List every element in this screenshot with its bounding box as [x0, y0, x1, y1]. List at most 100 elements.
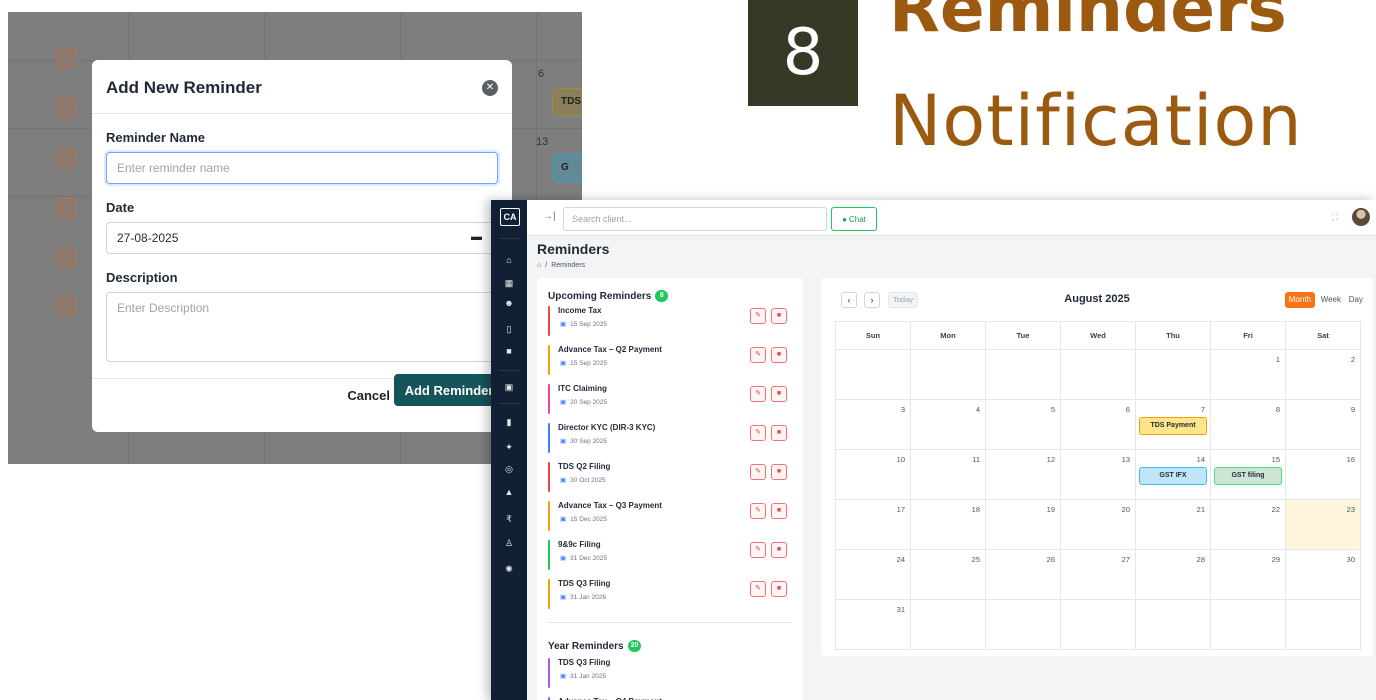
reminder-date: ▣ 15 Sep 2025: [560, 359, 607, 367]
delete-icon[interactable]: ■: [771, 542, 787, 558]
reminder-name: Advance Tax – Q2 Payment: [558, 345, 662, 354]
calendar-day-cell[interactable]: 21: [1136, 500, 1211, 550]
calendar-day-cell[interactable]: 22: [1211, 500, 1286, 550]
view-day-button[interactable]: Day: [1345, 292, 1367, 308]
delete-icon[interactable]: ■: [771, 425, 787, 441]
calendar-empty-cell[interactable]: [1211, 600, 1286, 650]
calendar-day-cell[interactable]: 15 GST filing: [1211, 450, 1286, 500]
calendar-day-cell[interactable]: 14 GST IFX: [1136, 450, 1211, 500]
day-number: 6: [1125, 405, 1130, 414]
calendar-day-cell[interactable]: 11: [911, 450, 986, 500]
edit-icon[interactable]: ✎: [750, 581, 766, 597]
calendar-empty-cell[interactable]: [1061, 350, 1136, 400]
edit-icon[interactable]: ✎: [750, 464, 766, 480]
document-icon[interactable]: ■: [491, 346, 527, 356]
calendar-empty-cell[interactable]: [911, 600, 986, 650]
calendar-empty-cell[interactable]: [1136, 350, 1211, 400]
calendar-icon[interactable]: ▬: [471, 231, 482, 243]
chat-label: Chat: [848, 214, 866, 224]
calendar-day-cell[interactable]: 9: [1286, 400, 1361, 450]
edit-icon[interactable]: ✎: [750, 542, 766, 558]
day-number: 27: [1121, 555, 1130, 564]
delete-icon[interactable]: ■: [771, 386, 787, 402]
calendar-day-cell[interactable]: 13: [1061, 450, 1136, 500]
close-icon[interactable]: ✕: [482, 80, 498, 96]
calendar-day-cell[interactable]: 26: [986, 550, 1061, 600]
tasks-icon[interactable]: ✦: [491, 442, 527, 453]
calendar-day-cell[interactable]: 30: [1286, 550, 1361, 600]
edit-icon[interactable]: ✎: [750, 308, 766, 324]
date-input[interactable]: 27-08-2025: [106, 222, 498, 254]
calendar-day-cell[interactable]: 27: [1061, 550, 1136, 600]
file-icon[interactable]: ▮: [491, 417, 527, 428]
calendar-day-cell[interactable]: 31: [836, 600, 911, 650]
calendar-day-cell[interactable]: 4: [911, 400, 986, 450]
delete-icon[interactable]: ■: [771, 464, 787, 480]
clients-icon[interactable]: ☻: [491, 298, 527, 308]
edit-icon[interactable]: ✎: [750, 503, 766, 519]
clipboard-icon[interactable]: ▯: [491, 324, 527, 335]
cancel-button[interactable]: Cancel: [347, 388, 390, 403]
calendar-icon[interactable]: ▣: [491, 382, 527, 393]
calendar-empty-cell[interactable]: [1061, 600, 1136, 650]
dashboard-icon[interactable]: ▦: [491, 278, 527, 289]
edit-icon[interactable]: ✎: [750, 386, 766, 402]
user-icon[interactable]: ♙: [491, 538, 527, 549]
calendar-day-cell[interactable]: 18: [911, 500, 986, 550]
calendar-day-cell[interactable]: 19: [986, 500, 1061, 550]
calendar-day-cell[interactable]: 20: [1061, 500, 1136, 550]
day-number: 7: [1200, 405, 1205, 414]
calendar-empty-cell[interactable]: [1136, 600, 1211, 650]
calendar-day-cell[interactable]: 2: [1286, 350, 1361, 400]
edit-icon[interactable]: ✎: [750, 347, 766, 363]
calendar-empty-cell[interactable]: [986, 350, 1061, 400]
calendar-day-cell[interactable]: 5: [986, 400, 1061, 450]
calendar-day-cell[interactable]: 3: [836, 400, 911, 450]
whatsapp-icon[interactable]: ◎: [491, 464, 527, 475]
chat-button[interactable]: ● Chat: [831, 207, 877, 231]
fullscreen-icon[interactable]: ⛶: [1332, 212, 1338, 223]
calendar-day-cell[interactable]: 10: [836, 450, 911, 500]
avatar[interactable]: [1352, 208, 1370, 226]
delete-icon[interactable]: ■: [771, 581, 787, 597]
calendar-event[interactable]: TDS Payment: [1139, 417, 1207, 435]
calendar-event[interactable]: GST IFX: [1139, 467, 1207, 485]
calendar-day-cell[interactable]: 23: [1286, 500, 1361, 550]
settings-icon[interactable]: ✺: [491, 564, 527, 575]
calendar-day-cell[interactable]: 17: [836, 500, 911, 550]
calendar-day-cell[interactable]: 24: [836, 550, 911, 600]
view-week-button[interactable]: Week: [1317, 292, 1345, 308]
rupee-icon[interactable]: ₹: [491, 514, 527, 525]
calendar-empty-cell[interactable]: [986, 600, 1061, 650]
view-month-button[interactable]: Month: [1284, 292, 1315, 308]
year-count-badge: 20: [627, 640, 642, 652]
reminder-name-input[interactable]: [106, 152, 498, 184]
search-client-input[interactable]: [563, 207, 827, 231]
edit-icon[interactable]: ✎: [750, 425, 766, 441]
collapse-sidebar-icon[interactable]: →|: [543, 211, 556, 222]
app-logo[interactable]: CA: [500, 208, 520, 226]
description-input[interactable]: [106, 292, 498, 362]
bell-icon[interactable]: ▲: [491, 487, 527, 497]
add-reminder-button[interactable]: Add Reminder: [394, 374, 504, 406]
calendar-day-cell[interactable]: 7 TDS Payment: [1136, 400, 1211, 450]
calendar-day-cell[interactable]: 1: [1211, 350, 1286, 400]
calendar-empty-cell[interactable]: [911, 350, 986, 400]
calendar-day-cell[interactable]: 29: [1211, 550, 1286, 600]
calendar-empty-cell[interactable]: [836, 350, 911, 400]
delete-icon[interactable]: ■: [771, 503, 787, 519]
delete-icon[interactable]: ■: [771, 308, 787, 324]
reminder-color-bar: [548, 501, 550, 531]
calendar-day-cell[interactable]: 6: [1061, 400, 1136, 450]
sidebar-divider: [499, 403, 519, 404]
home-icon[interactable]: ⌂: [491, 255, 527, 265]
calendar-day-cell[interactable]: 8: [1211, 400, 1286, 450]
delete-icon[interactable]: ■: [771, 347, 787, 363]
calendar-empty-cell[interactable]: [1286, 600, 1361, 650]
calendar-day-cell[interactable]: 28: [1136, 550, 1211, 600]
calendar-day-cell[interactable]: 12: [986, 450, 1061, 500]
calendar-day-cell[interactable]: 16: [1286, 450, 1361, 500]
home-icon[interactable]: ⌂: [537, 262, 541, 269]
calendar-event[interactable]: GST filing: [1214, 467, 1282, 485]
calendar-day-cell[interactable]: 25: [911, 550, 986, 600]
